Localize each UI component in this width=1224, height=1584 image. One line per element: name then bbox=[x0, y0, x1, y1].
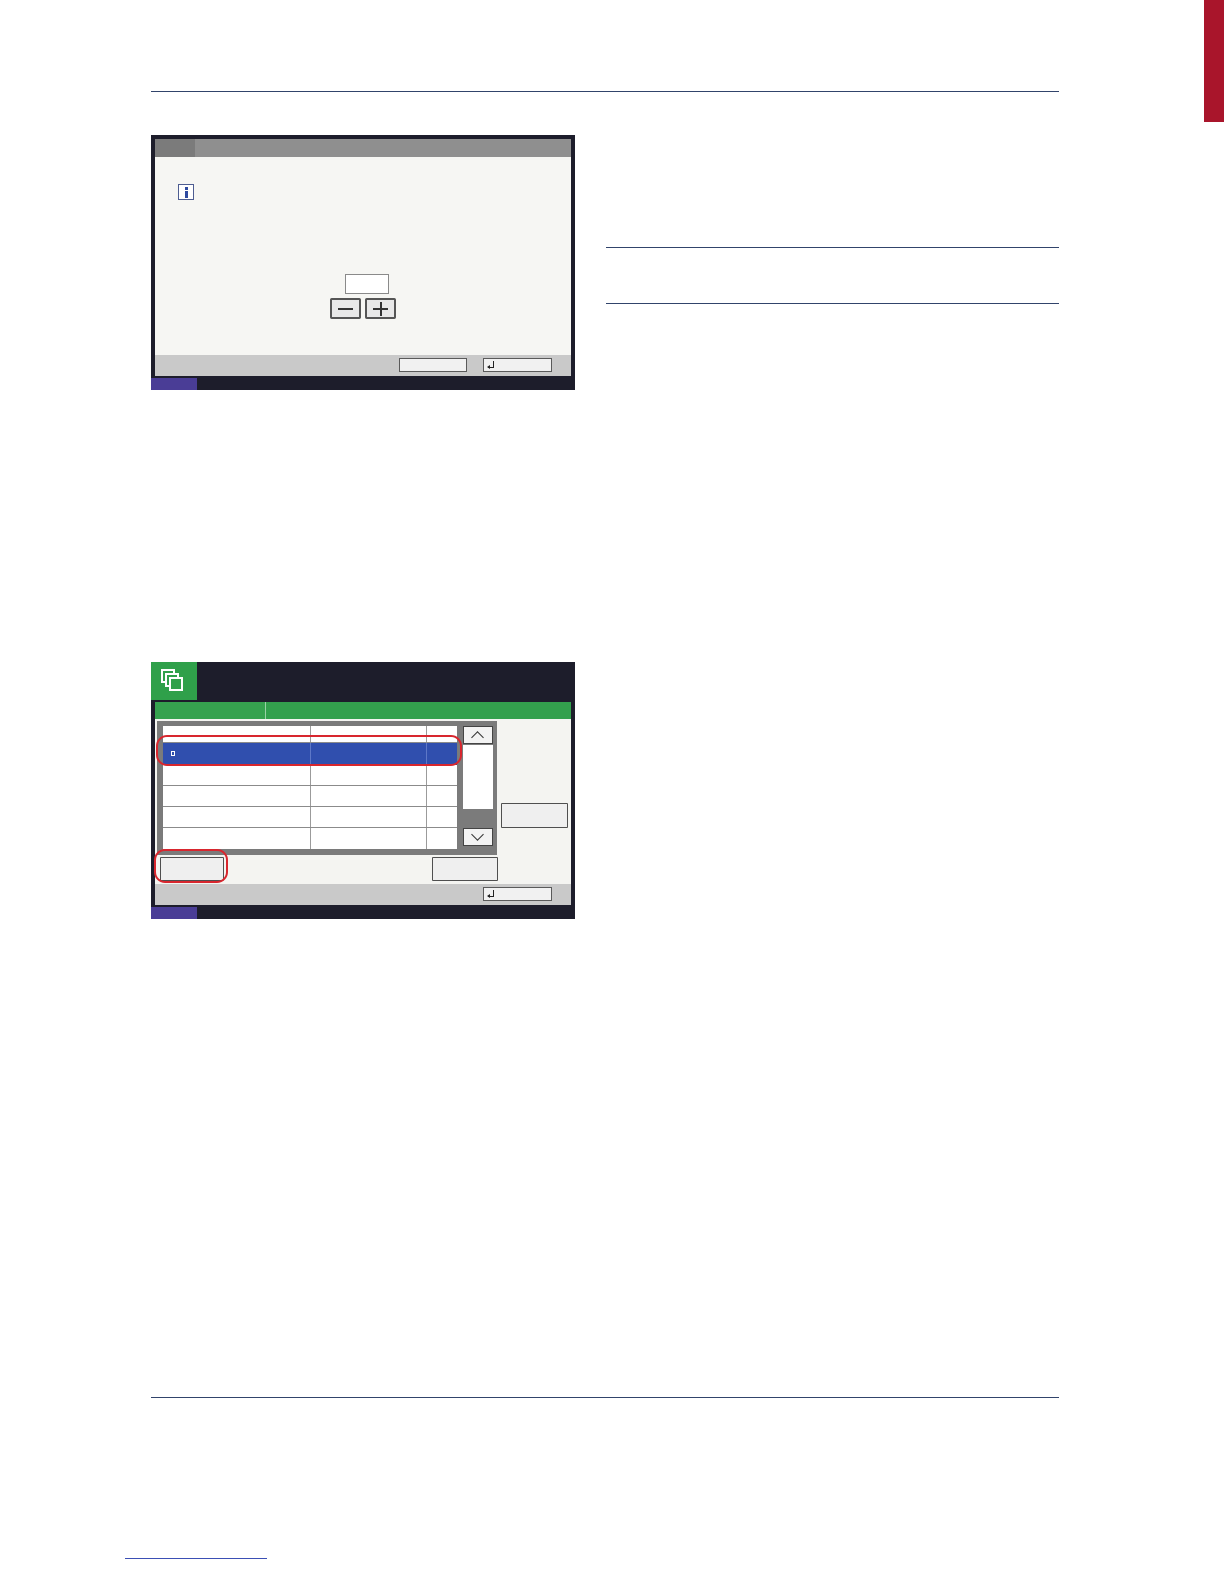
table-row[interactable] bbox=[163, 786, 457, 807]
minus-icon bbox=[338, 308, 353, 310]
enter-icon bbox=[487, 360, 495, 370]
note-top-rule bbox=[606, 247, 1059, 248]
title-tab bbox=[155, 139, 195, 157]
status-indicator bbox=[151, 907, 197, 919]
bottom-action-bar bbox=[155, 884, 571, 905]
footer-rule bbox=[151, 1397, 1059, 1398]
scroll-up-button[interactable] bbox=[463, 726, 493, 744]
screen-body bbox=[155, 157, 571, 355]
detail-button[interactable] bbox=[432, 857, 498, 881]
chapter-tab-marker bbox=[1204, 0, 1224, 122]
bottom-action-bar bbox=[155, 355, 571, 376]
table-row[interactable] bbox=[163, 807, 457, 828]
selected-row-callout bbox=[156, 735, 462, 766]
table-row[interactable] bbox=[163, 828, 457, 849]
info-icon bbox=[178, 184, 194, 200]
chevron-down-icon bbox=[471, 828, 484, 841]
side-action-button[interactable] bbox=[501, 803, 568, 828]
close-button[interactable] bbox=[483, 887, 552, 901]
ok-button[interactable] bbox=[483, 358, 552, 372]
document-box-screen-screenshot bbox=[151, 662, 575, 919]
scroll-down-button[interactable] bbox=[463, 828, 493, 846]
note-bottom-rule bbox=[606, 303, 1059, 304]
screen-title-bar bbox=[155, 139, 571, 157]
scrollbar-track[interactable] bbox=[463, 745, 493, 809]
chevron-up-icon bbox=[471, 731, 484, 744]
value-display bbox=[345, 274, 389, 294]
table-row[interactable] bbox=[163, 765, 457, 786]
footer-link-underline bbox=[125, 1558, 267, 1559]
list-header-tab bbox=[155, 702, 266, 719]
setting-screen-screenshot bbox=[151, 135, 575, 390]
cancel-button[interactable] bbox=[399, 358, 467, 372]
header-rule bbox=[151, 91, 1059, 92]
plus-button[interactable] bbox=[365, 298, 396, 319]
document-box-icon bbox=[151, 662, 197, 700]
list-header-bar bbox=[155, 702, 571, 719]
minus-button[interactable] bbox=[330, 298, 361, 319]
open-button-callout bbox=[154, 849, 228, 883]
status-indicator bbox=[151, 378, 197, 390]
enter-icon bbox=[487, 889, 495, 899]
